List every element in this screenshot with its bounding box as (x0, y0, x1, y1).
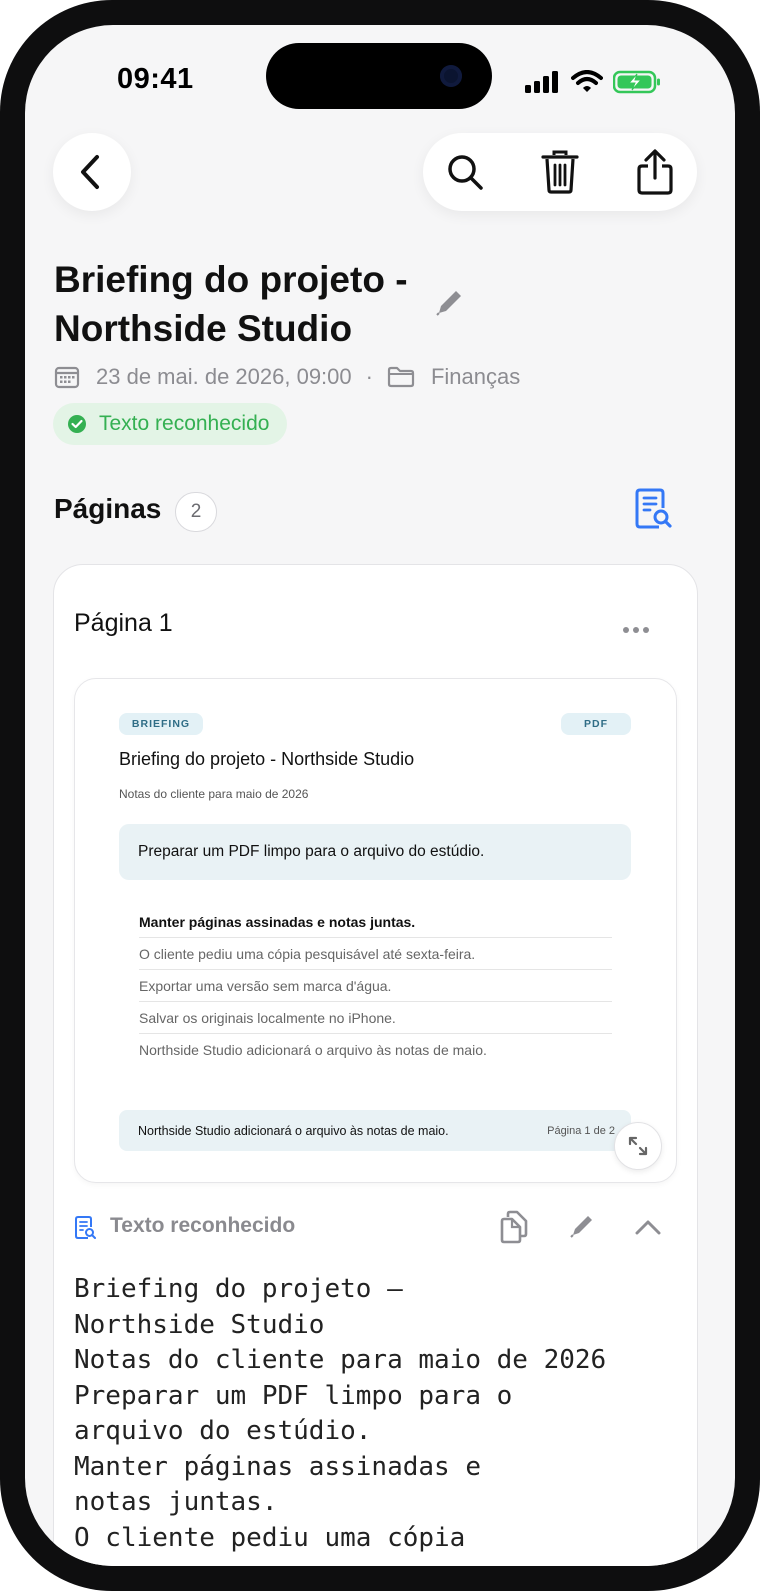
screen: 09:41 Briefing do projeto - Northside St… (25, 25, 735, 1566)
recognized-text[interactable]: Briefing do projeto – Northside Studio N… (74, 1272, 674, 1556)
folder-icon (387, 366, 415, 388)
list-item: Exportar uma versão sem marca d'água. (139, 971, 612, 1002)
preview-tag-pdf: PDF (561, 713, 631, 735)
preview-highlight: Preparar um PDF limpo para o arquivo do … (119, 824, 631, 880)
preview-subtitle: Notas do cliente para maio de 2026 (119, 787, 309, 801)
back-chevron-icon (81, 155, 99, 189)
list-item: Salvar os originais localmente no iPhone… (139, 1003, 612, 1034)
preview-highlight-text: Preparar um PDF limpo para o arquivo do … (138, 843, 485, 860)
list-item: Manter páginas assinadas e notas juntas. (139, 907, 612, 938)
page-more-button[interactable] (622, 621, 650, 639)
pencil-icon (570, 1216, 592, 1238)
share-button[interactable] (631, 148, 679, 196)
check-circle-icon (68, 415, 86, 433)
list-item: O cliente pediu uma cópia pesquisável at… (139, 939, 612, 970)
document-date: 23 de mai. de 2026, 09:00 (96, 364, 352, 389)
preview-list: Manter páginas assinadas e notas juntas.… (139, 907, 612, 1066)
camera-icon (440, 65, 462, 87)
pencil-icon (436, 291, 461, 316)
document-search-icon (75, 1216, 96, 1239)
list-item: Northside Studio adicionará o arquivo às… (139, 1042, 487, 1058)
status-icons (525, 67, 661, 97)
page-card-title: Página 1 (74, 609, 173, 637)
expand-icon (628, 1136, 648, 1156)
search-text-button[interactable] (633, 487, 673, 536)
document-folder[interactable]: Finanças (431, 364, 520, 390)
status-time: 09:41 (117, 63, 194, 95)
collapse-text-button[interactable] (634, 1218, 662, 1241)
ocr-header: Texto reconhecido (74, 1210, 674, 1246)
page-card: Página 1 BRIEFING PDF Briefing do projet… (53, 564, 698, 1566)
document-title: Briefing do projeto - Northside Studio (54, 259, 408, 349)
chevron-up-icon (635, 1220, 661, 1235)
back-button[interactable] (53, 133, 131, 211)
copy-text-button[interactable] (499, 1210, 529, 1249)
share-icon (637, 149, 673, 195)
dynamic-island (266, 43, 492, 109)
pages-heading: Páginas (54, 493, 162, 524)
phone-frame: 09:41 Briefing do projeto - Northside St… (0, 0, 760, 1591)
signal-icon (525, 71, 558, 93)
preview-footer-text: Northside Studio adicionará o arquivo às… (138, 1123, 449, 1138)
preview-tag-briefing: BRIEFING (119, 713, 203, 735)
trash-icon (541, 150, 579, 194)
preview-footer: Northside Studio adicionará o arquivo às… (119, 1110, 631, 1151)
preview-page-number: Página 1 de 2 (547, 1124, 615, 1137)
copy-icon (500, 1210, 528, 1244)
expand-preview-button[interactable] (614, 1122, 662, 1170)
meta-separator: · (365, 364, 373, 389)
text-recognized-badge: Texto reconhecido (53, 403, 288, 445)
search-icon (448, 155, 483, 190)
ocr-label: Texto reconhecido (110, 1214, 296, 1237)
search-button[interactable] (441, 148, 489, 196)
badge-label: Texto reconhecido (99, 412, 270, 435)
edit-text-button[interactable] (568, 1212, 596, 1245)
calendar-icon (54, 366, 80, 389)
battery-icon (613, 70, 660, 94)
document-search-icon (635, 488, 672, 529)
edit-title-button[interactable] (433, 287, 465, 324)
wifi-icon (571, 70, 603, 92)
document-meta: 23 de mai. de 2026, 09:00 · Finanças (54, 361, 520, 393)
toolbar-actions (423, 133, 697, 211)
delete-button[interactable] (536, 148, 584, 196)
preview-title: Briefing do projeto - Northside Studio (119, 749, 415, 769)
pages-count: 2 (175, 492, 217, 532)
more-icon (623, 627, 649, 633)
page-preview[interactable]: BRIEFING PDF Briefing do projeto - North… (74, 678, 677, 1183)
